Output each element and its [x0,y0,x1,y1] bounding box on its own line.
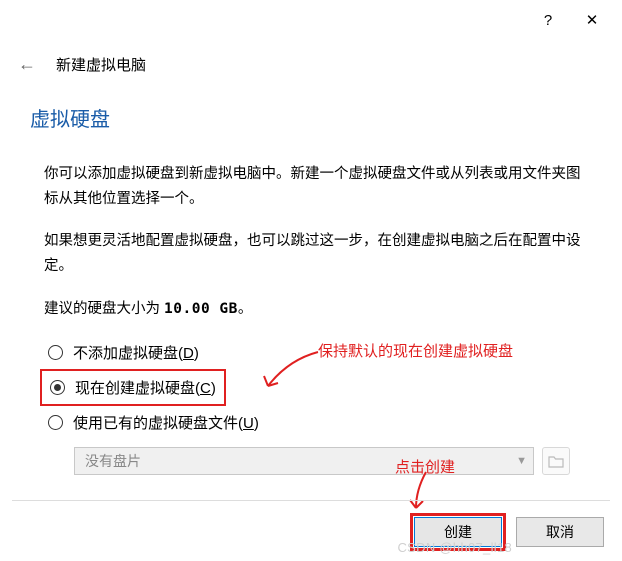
description-p2: 如果想更灵活地配置虚拟硬盘，也可以跳过这一步，在创建虚拟电脑之后在配置中设定。 [30,229,592,278]
close-button[interactable]: ✕ [570,4,614,36]
size-value: 10.00 GB [164,301,238,317]
wizard-title: 新建虚拟电脑 [56,54,146,75]
radio-label: 不添加虚拟硬盘(D) [73,342,199,363]
radio-label: 现在创建虚拟硬盘(C) [75,377,216,398]
browse-folder-button [542,447,570,475]
watermark: CSDN @hh07_ll18 [397,540,512,555]
existing-disk-row: 没有盘片 ▼ [74,447,592,475]
footer-separator [12,500,610,501]
back-arrow-icon[interactable]: ← [18,54,36,75]
content-area: 虚拟硬盘 你可以添加虚拟硬盘到新虚拟电脑中。新建一个虚拟硬盘文件或从列表或用文件… [0,83,622,485]
radio-create-now[interactable]: 现在创建虚拟硬盘(C) [40,369,226,406]
folder-icon [548,454,564,468]
dropdown-placeholder: 没有盘片 [85,451,141,471]
radio-no-disk[interactable]: 不添加虚拟硬盘(D) [44,336,592,369]
titlebar: ? ✕ [0,0,622,40]
radio-use-existing[interactable]: 使用已有的虚拟硬盘文件(U) [44,406,592,439]
radio-icon [50,380,65,395]
section-heading: 虚拟硬盘 [30,103,592,132]
recommended-size: 建议的硬盘大小为 10.00 GB。 [30,297,592,318]
help-button[interactable]: ? [526,4,570,36]
chevron-down-icon: ▼ [516,455,527,467]
wizard-header: ← 新建虚拟电脑 [0,40,622,83]
radio-group: 不添加虚拟硬盘(D) 现在创建虚拟硬盘(C) 使用已有的虚拟硬盘文件(U) [30,336,592,439]
description-p1: 你可以添加虚拟硬盘到新虚拟电脑中。新建一个虚拟硬盘文件或从列表或用文件夹图标从其… [30,162,592,211]
size-suffix: 。 [238,301,253,317]
cancel-button[interactable]: 取消 [516,517,604,547]
radio-icon [48,415,63,430]
existing-disk-dropdown: 没有盘片 ▼ [74,447,534,475]
radio-icon [48,345,63,360]
size-prefix: 建议的硬盘大小为 [44,301,164,317]
radio-label: 使用已有的虚拟硬盘文件(U) [73,412,259,433]
